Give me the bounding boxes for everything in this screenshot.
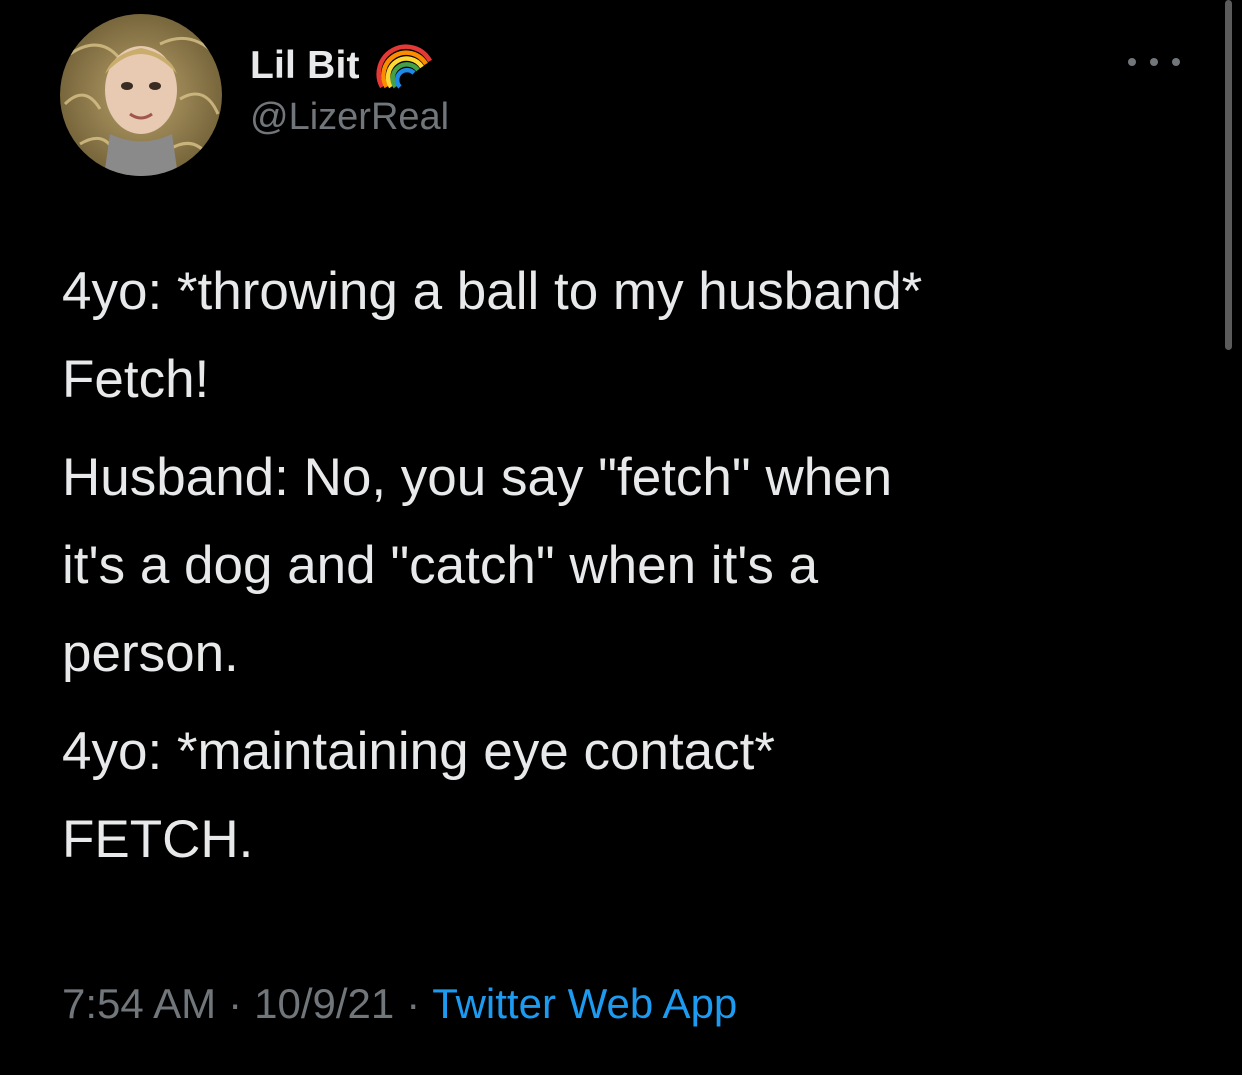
tweet-text: 4yo: *throwing a ball to my husband* Fet… [62,248,1182,884]
tweet-meta: 7:54 AM · 10/9/21 · Twitter Web App [62,980,737,1028]
tweet-line: FETCH. [62,810,254,869]
more-horizontal-icon [1172,58,1180,66]
avatar[interactable] [60,14,222,176]
tweet-paragraph: 4yo: *throwing a ball to my husband* Fet… [62,248,1182,424]
tweet-line: Fetch! [62,350,210,409]
more-horizontal-icon [1150,58,1158,66]
tweet-paragraph: 4yo: *maintaining eye contact* FETCH. [62,708,1182,884]
display-name[interactable]: Lil Bit [250,44,360,88]
tweet-line: 4yo: *maintaining eye contact* [62,722,775,781]
user-handle[interactable]: @LizerReal [250,96,449,139]
meta-separator: · [228,980,243,1027]
tweet-source-link[interactable]: Twitter Web App [432,980,737,1027]
tweet-line: Husband: No, you say "fetch" when [62,448,893,507]
tweet-line: person. [62,624,239,683]
author-block: Lil Bit @LizerReal [250,40,449,139]
rainbow-icon [376,43,434,89]
tweet-line: 4yo: *throwing a ball to my husband* [62,262,923,321]
more-horizontal-icon [1128,58,1136,66]
tweet-container: Lil Bit @LizerReal 4yo: *throwing a ball… [0,0,1242,1075]
tweet-date[interactable]: 10/9/21 [254,980,394,1027]
tweet-paragraph: Husband: No, you say "fetch" when it's a… [62,434,1182,698]
more-options-button[interactable] [1128,46,1180,78]
tweet-time[interactable]: 7:54 AM [62,980,216,1027]
tweet-line: it's a dog and "catch" when it's a [62,536,819,595]
meta-separator: · [406,980,421,1027]
scrollbar[interactable] [1225,0,1232,350]
profile-photo-icon [60,14,222,176]
name-row: Lil Bit [250,40,449,92]
